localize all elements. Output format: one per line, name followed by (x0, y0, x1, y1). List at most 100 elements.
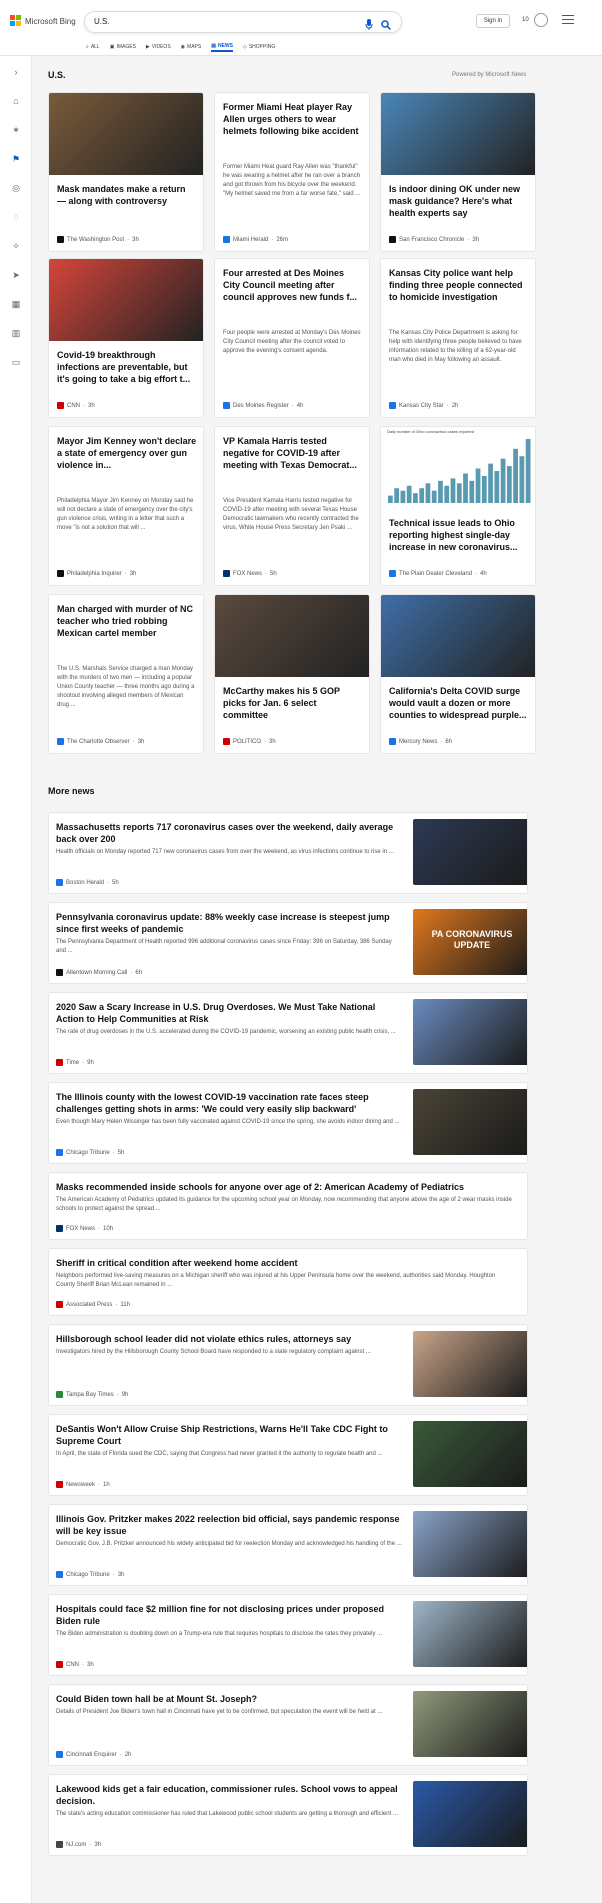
news-card-image[interactable] (49, 259, 203, 341)
news-item-thumbnail[interactable] (413, 1331, 527, 1397)
lightbulb-icon[interactable]: ✧ (10, 240, 22, 252)
news-card[interactable]: Four arrested at Des Moines City Council… (214, 258, 370, 418)
news-source[interactable]: The Washington Post · 3h (57, 236, 139, 243)
chevron-right-icon[interactable]: › (10, 66, 22, 78)
compass-icon[interactable]: ✶ (10, 124, 22, 136)
news-item-thumbnail[interactable] (413, 1601, 527, 1667)
news-card[interactable]: Is indoor dining OK under new mask guida… (380, 92, 536, 252)
news-source[interactable]: FOX News · 5h (223, 570, 277, 577)
news-list-item[interactable]: Hillsborough school leader did not viola… (48, 1324, 528, 1406)
news-card-title[interactable]: McCarthy makes his 5 GOP picks for Jan. … (223, 685, 363, 721)
news-source[interactable]: FOX News · 10h (56, 1225, 113, 1232)
news-source[interactable]: San Francisco Chronicle · 3h (389, 236, 479, 243)
news-card[interactable]: VP Kamala Harris tested negative for COV… (214, 426, 370, 586)
home-icon[interactable]: ⌂ (10, 95, 22, 107)
news-source[interactable]: Boston Herald · 5h (56, 879, 119, 886)
tab-news[interactable]: ▤ NEWS (211, 42, 233, 52)
tab-maps[interactable]: ◉ MAPS (181, 42, 202, 52)
news-card-title[interactable]: Technical issue leads to Ohio reporting … (389, 517, 529, 553)
news-card-title[interactable]: Four arrested at Des Moines City Council… (223, 267, 363, 303)
news-source[interactable]: Newsweek · 1h (56, 1481, 110, 1488)
news-source[interactable]: Kansas City Star · 2h (389, 402, 458, 409)
sign-in-button[interactable]: Sign in (476, 14, 510, 28)
news-source[interactable]: Time · 9h (56, 1059, 94, 1066)
news-card-title[interactable]: Kansas City police want help finding thr… (389, 267, 529, 303)
news-list-item[interactable]: DeSantis Won't Allow Cruise Ship Restric… (48, 1414, 528, 1496)
news-item-title[interactable]: Sheriff in critical condition after week… (56, 1257, 516, 1269)
news-card[interactable]: Covid-19 breakthrough infections are pre… (48, 258, 204, 418)
search-input[interactable]: U.S. (84, 11, 402, 33)
news-item-title[interactable]: Masks recommended inside schools for any… (56, 1181, 516, 1193)
news-card[interactable]: Kansas City police want help finding thr… (380, 258, 536, 418)
film-icon[interactable]: ▦ (10, 298, 22, 310)
news-list-item[interactable]: Masks recommended inside schools for any… (48, 1172, 528, 1240)
news-card-title[interactable]: Mayor Jim Kenney won't declare a state o… (57, 435, 197, 471)
news-card[interactable]: Man charged with murder of NC teacher wh… (48, 594, 204, 754)
news-item-title[interactable]: Massachusetts reports 717 coronavirus ca… (56, 821, 402, 845)
news-list-item[interactable]: Could Biden town hall be at Mount St. Jo… (48, 1684, 528, 1766)
news-card-image[interactable] (381, 93, 535, 175)
news-source[interactable]: Philadelphia Inquirer · 3h (57, 570, 136, 577)
news-item-title[interactable]: Hillsborough school leader did not viola… (56, 1333, 402, 1345)
rewards-trophy-icon[interactable] (534, 13, 548, 27)
microphone-icon[interactable] (365, 17, 373, 35)
bing-logo[interactable]: Microsoft Bing (10, 15, 76, 27)
news-item-title[interactable]: DeSantis Won't Allow Cruise Ship Restric… (56, 1423, 402, 1447)
tab-all[interactable]: ⌕ ALL (86, 42, 100, 52)
news-item-thumbnail[interactable] (413, 999, 527, 1065)
news-source[interactable]: Des Moines Register · 4h (223, 402, 303, 409)
news-source[interactable]: Chicago Tribune · 3h (56, 1571, 124, 1578)
news-list-item[interactable]: 2020 Saw a Scary Increase in U.S. Drug O… (48, 992, 528, 1074)
news-card[interactable]: Mayor Jim Kenney won't declare a state o… (48, 426, 204, 586)
search-icon[interactable] (381, 17, 392, 35)
tab-shopping[interactable]: ◇ SHOPPING (243, 42, 275, 52)
news-item-title[interactable]: Illinois Gov. Pritzker makes 2022 reelec… (56, 1513, 402, 1537)
news-source[interactable]: The Charlotte Observer · 3h (57, 738, 144, 745)
news-list-item[interactable]: Hospitals could face $2 million fine for… (48, 1594, 528, 1676)
news-card[interactable]: McCarthy makes his 5 GOP picks for Jan. … (214, 594, 370, 754)
news-item-title[interactable]: Pennsylvania coronavirus update: 88% wee… (56, 911, 402, 935)
news-card-image[interactable]: Daily number of Ohio coronavirus cases r… (381, 427, 535, 509)
news-source[interactable]: The Plain Dealer Cleveland · 4h (389, 570, 487, 577)
tab-images[interactable]: ▣ IMAGES (110, 42, 136, 52)
news-item-thumbnail[interactable] (413, 1691, 527, 1757)
news-list-item[interactable]: The Illinois county with the lowest COVI… (48, 1082, 528, 1164)
news-item-title[interactable]: Hospitals could face $2 million fine for… (56, 1603, 402, 1627)
news-source[interactable]: NJ.com · 3h (56, 1841, 101, 1848)
news-source[interactable]: CNN · 3h (56, 1661, 94, 1668)
news-source[interactable]: Associated Press · 11h (56, 1301, 130, 1308)
news-source[interactable]: POLITICO · 3h (223, 738, 276, 745)
news-source[interactable]: Mercury News · 6h (389, 738, 452, 745)
flag-icon[interactable]: ⚑ (10, 153, 22, 165)
rewards-count[interactable]: 10 (522, 17, 529, 23)
news-list-item[interactable]: Lakewood kids get a fair education, comm… (48, 1774, 528, 1856)
news-item-thumbnail[interactable] (413, 1781, 527, 1847)
globe-icon[interactable]: ◌ (10, 211, 22, 223)
bank-icon[interactable]: ▥ (10, 327, 22, 339)
news-card[interactable]: Daily number of Ohio coronavirus cases r… (380, 426, 536, 586)
news-source[interactable]: CNN · 3h (57, 402, 95, 409)
news-item-title[interactable]: Could Biden town hall be at Mount St. Jo… (56, 1693, 402, 1705)
news-item-thumbnail[interactable] (413, 1421, 527, 1487)
news-card[interactable]: Mask mandates make a return — along with… (48, 92, 204, 252)
news-source[interactable]: Tampa Bay Times · 9h (56, 1391, 128, 1398)
news-card-image[interactable] (49, 93, 203, 175)
news-source[interactable]: Chicago Tribune · 5h (56, 1149, 124, 1156)
news-list-item[interactable]: Massachusetts reports 717 coronavirus ca… (48, 812, 528, 894)
card-icon[interactable]: ▭ (10, 356, 22, 368)
news-card-title[interactable]: California's Delta COVID surge would vau… (389, 685, 529, 721)
news-item-thumbnail[interactable] (413, 819, 527, 885)
menu-icon[interactable] (562, 15, 574, 25)
news-card-title[interactable]: Is indoor dining OK under new mask guida… (389, 183, 529, 219)
news-item-title[interactable]: Lakewood kids get a fair education, comm… (56, 1783, 402, 1807)
news-item-title[interactable]: 2020 Saw a Scary Increase in U.S. Drug O… (56, 1001, 402, 1025)
news-item-title[interactable]: The Illinois county with the lowest COVI… (56, 1091, 402, 1115)
news-card-image[interactable] (215, 595, 369, 677)
news-card[interactable]: Former Miami Heat player Ray Allen urges… (214, 92, 370, 252)
news-card-title[interactable]: Man charged with murder of NC teacher wh… (57, 603, 197, 639)
search-query[interactable]: U.S. (94, 17, 110, 26)
news-item-thumbnail[interactable] (413, 1511, 527, 1577)
news-list-item[interactable]: Pennsylvania coronavirus update: 88% wee… (48, 902, 528, 984)
news-item-thumbnail[interactable]: PA CORONAVIRUS UPDATE (413, 909, 527, 975)
news-card-title[interactable]: VP Kamala Harris tested negative for COV… (223, 435, 363, 471)
